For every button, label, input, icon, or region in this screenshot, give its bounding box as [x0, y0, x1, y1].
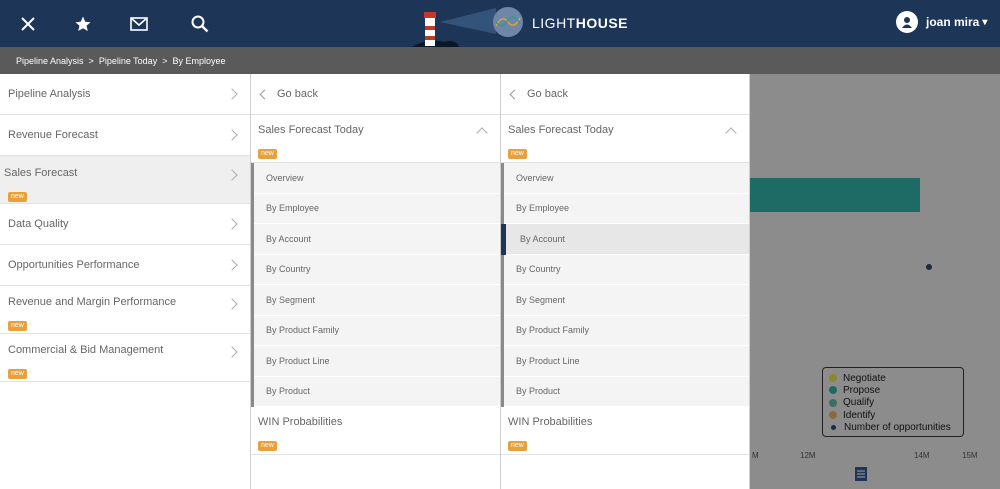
go-back-button[interactable]: Go back: [251, 74, 500, 115]
chart-point: [926, 264, 932, 270]
legend-item: Negotiate: [829, 372, 957, 384]
new-badge: new: [258, 149, 277, 159]
chevron-right-icon: [226, 259, 238, 271]
search-icon[interactable]: [187, 11, 213, 37]
close-icon[interactable]: [15, 11, 41, 37]
chevron-right-icon: [226, 88, 238, 100]
go-back-button[interactable]: Go back: [501, 74, 749, 115]
submenu-item-by-product-family[interactable]: By Product Family: [254, 315, 500, 346]
main-menu-panel: Pipeline Analysis Revenue Forecast Sales…: [0, 74, 251, 489]
chevron-left-icon: [259, 89, 270, 99]
submenu-item-by-employee[interactable]: By Employee: [254, 193, 500, 224]
brand-name: LIGHTHOUSE: [532, 15, 629, 31]
new-badge: new: [8, 192, 27, 202]
submenu-list: Overview By Employee By Account By Count…: [251, 163, 500, 407]
submenu-item-overview[interactable]: Overview: [504, 163, 749, 194]
axis-tick-label: 15M: [962, 451, 978, 460]
submenu-item-by-product-line[interactable]: By Product Line: [254, 346, 500, 377]
submenu-item-by-product[interactable]: By Product: [254, 376, 500, 407]
breadcrumb-bar: Pipeline Analysis > Pipeline Today > By …: [0, 47, 1000, 74]
new-badge: new: [8, 369, 27, 379]
section-title: Sales Forecast Today: [258, 124, 364, 136]
breadcrumb: Pipeline Analysis > Pipeline Today > By …: [16, 56, 226, 66]
submenu-item-by-product-line[interactable]: By Product Line: [504, 346, 749, 377]
go-back-label: Go back: [527, 88, 568, 100]
submenu-item-by-account[interactable]: By Account: [254, 224, 500, 255]
menu-item-revenue-margin-performance[interactable]: Revenue and Margin Performance new: [0, 286, 250, 334]
menu-item-label: Revenue and Margin Performance: [8, 296, 177, 308]
legend-item: Identify: [829, 409, 957, 421]
chart-background: Negotiate Propose Qualify Identify Numbe…: [750, 74, 1000, 489]
chart-legend: Negotiate Propose Qualify Identify Numbe…: [822, 367, 964, 437]
legend-item: Number of opportunities: [829, 421, 957, 433]
submenu-item-by-segment[interactable]: By Segment: [504, 285, 749, 316]
submenu-item-by-employee[interactable]: By Employee: [504, 193, 749, 224]
menu-item-commercial-bid-management[interactable]: Commercial & Bid Management new: [0, 334, 250, 382]
menu-item-label: Pipeline Analysis: [8, 88, 91, 100]
submenu-panel-selected: Go back Sales Forecast Today new Overvie…: [501, 74, 750, 489]
chevron-left-icon: [509, 89, 520, 99]
submenu-item-by-country[interactable]: By Country: [254, 254, 500, 285]
section-title: WIN Probabilities: [258, 416, 343, 428]
user-name: joan mira: [926, 15, 980, 29]
submenu-item-overview[interactable]: Overview: [254, 163, 500, 194]
breadcrumb-separator: >: [88, 56, 94, 66]
avatar-icon: [896, 11, 918, 33]
menu-item-label: Data Quality: [8, 218, 69, 230]
breadcrumb-item[interactable]: Pipeline Analysis: [16, 56, 84, 66]
section-title: Sales Forecast Today: [508, 124, 614, 136]
mail-icon[interactable]: [126, 11, 152, 37]
axis-tick-label: 12M: [800, 451, 816, 460]
breadcrumb-item[interactable]: Pipeline Today: [99, 56, 157, 66]
submenu-item-by-country[interactable]: By Country: [504, 254, 749, 285]
submenu-item-by-product[interactable]: By Product: [504, 376, 749, 407]
menu-item-pipeline-analysis[interactable]: Pipeline Analysis: [0, 74, 250, 115]
breadcrumb-separator: >: [162, 56, 168, 66]
menu-item-label: Opportunities Performance: [8, 259, 140, 271]
chevron-down-icon: ▾: [982, 16, 988, 28]
legend-item: Qualify: [829, 397, 957, 409]
submenu-panel: Go back Sales Forecast Today new Overvie…: [251, 74, 501, 489]
breadcrumb-item[interactable]: By Employee: [172, 56, 225, 66]
menu-item-label: Revenue Forecast: [8, 129, 98, 141]
active-indicator: [501, 224, 506, 255]
submenu-item-by-segment[interactable]: By Segment: [254, 285, 500, 316]
submenu-item-by-account-selected[interactable]: By Account: [501, 224, 749, 255]
section-sales-forecast-today[interactable]: Sales Forecast Today new: [251, 115, 500, 163]
top-navigation-bar: LIGHTHOUSE joan mira ▾: [0, 0, 1000, 48]
submenu-item-label: By Account: [520, 233, 566, 244]
new-badge: new: [8, 321, 27, 331]
user-menu[interactable]: joan mira ▾: [896, 11, 987, 33]
chevron-right-icon: [226, 218, 238, 230]
menu-item-opportunities-performance[interactable]: Opportunities Performance: [0, 245, 250, 286]
chart-bar: [750, 178, 920, 212]
menu-item-revenue-forecast[interactable]: Revenue Forecast: [0, 115, 250, 156]
section-win-probabilities[interactable]: WIN Probabilities new: [501, 407, 749, 455]
section-win-probabilities[interactable]: WIN Probabilities new: [251, 407, 500, 455]
menu-item-sales-forecast[interactable]: Sales Forecast new: [0, 156, 250, 204]
go-back-label: Go back: [277, 88, 318, 100]
legend-item: Propose: [829, 384, 957, 396]
menu-item-label: Sales Forecast: [4, 167, 78, 179]
section-sales-forecast-today[interactable]: Sales Forecast Today new: [501, 115, 749, 163]
submenu-list: Overview By Employee By Account By Count…: [501, 163, 749, 407]
chevron-right-icon: [226, 129, 238, 141]
star-icon[interactable]: [70, 11, 96, 37]
section-title: WIN Probabilities: [508, 416, 593, 428]
new-badge: new: [508, 149, 527, 159]
axis-tick-label: 14M: [914, 451, 930, 460]
submenu-item-by-product-family[interactable]: By Product Family: [504, 315, 749, 346]
menu-item-label: Commercial & Bid Management: [8, 344, 164, 356]
list-icon[interactable]: [855, 467, 867, 481]
menu-item-data-quality[interactable]: Data Quality: [0, 204, 250, 245]
axis-tick-label: M: [752, 451, 759, 460]
new-badge: new: [258, 441, 277, 451]
new-badge: new: [508, 441, 527, 451]
